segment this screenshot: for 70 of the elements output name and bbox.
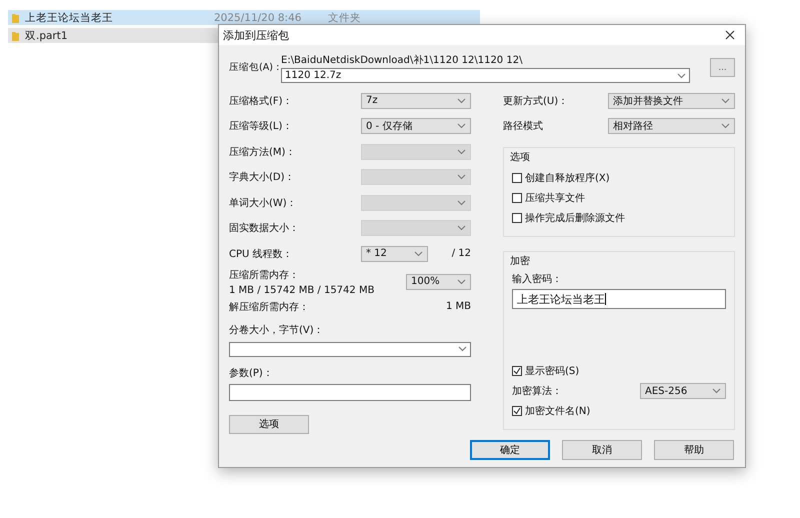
field-label: 压缩所需内存： — [229, 268, 300, 282]
options-button[interactable]: 选项 — [229, 414, 309, 434]
checkbox-label[interactable]: 创建自释放程序(X) — [525, 171, 610, 185]
field-label: CPU 线程数： — [229, 248, 293, 261]
password-field[interactable]: 上老王论坛当老王 — [512, 289, 726, 309]
archive-name-field[interactable]: 1120 12.7z — [281, 68, 690, 83]
check-icon — [513, 407, 521, 415]
caret-icon — [457, 174, 466, 180]
dropdown[interactable]: 添加并替换文件 — [608, 92, 735, 109]
file-type: 文件夹 — [328, 10, 361, 24]
caret-icon — [712, 388, 721, 394]
checkbox[interactable] — [512, 406, 522, 416]
checkbox-label[interactable]: 操作完成后删除源文件 — [525, 211, 625, 225]
volume-size-field[interactable] — [229, 342, 471, 356]
dropdown[interactable]: * 12 — [361, 246, 428, 262]
field-label: 解压缩所需内存： — [229, 300, 309, 314]
field-label: 加密算法： — [512, 384, 562, 398]
caret-icon — [457, 225, 466, 232]
checkbox-label[interactable]: 显示密码(S) — [525, 364, 580, 378]
caret-icon — [457, 98, 466, 104]
dialog-button[interactable]: 帮助 — [654, 440, 734, 460]
field-label: 参数(P)： — [229, 368, 273, 378]
checkbox-label[interactable]: 压缩共享文件 — [525, 191, 585, 205]
file-date: 2025/11/20 8:46 — [214, 12, 302, 24]
dropdown[interactable]: 0 - 仅存储 — [361, 118, 471, 134]
checkbox[interactable] — [512, 193, 522, 203]
thread-total: / 12 — [452, 248, 471, 260]
parameters-field[interactable] — [229, 384, 471, 400]
field-label: 分卷大小，字节(V)： — [229, 324, 324, 336]
dropdown[interactable]: AES-256 — [640, 383, 726, 399]
checkbox-label[interactable]: 加密文件名(N) — [525, 404, 590, 418]
dialog-button[interactable]: 取消 — [562, 440, 642, 460]
memory-value: 1 MB — [446, 301, 471, 312]
caret-icon — [457, 278, 466, 284]
checkbox[interactable] — [512, 173, 522, 183]
caret-icon — [677, 72, 686, 78]
group-title: 选项 — [510, 150, 531, 164]
dropdown[interactable]: 相对路径 — [608, 118, 735, 134]
file-row[interactable]: 双.part1 — [8, 28, 218, 43]
field-label: 压缩格式(F)： — [229, 94, 293, 108]
dropdown[interactable]: 100% — [406, 274, 471, 290]
field-label: 压缩等级(L)： — [229, 120, 292, 134]
caret-icon — [457, 200, 466, 206]
browse-button[interactable]: ... — [710, 58, 735, 77]
caret-icon — [458, 346, 467, 352]
memory-usage: 1 MB / 15742 MB / 15742 MB — [229, 284, 374, 296]
close-icon[interactable] — [725, 30, 735, 40]
field-label: 字典大小(D)： — [229, 170, 295, 184]
group-title: 加密 — [510, 254, 531, 268]
dialog-title: 添加到压缩包 — [223, 28, 289, 42]
field-label: 更新方式(U)： — [503, 94, 568, 108]
field-label: 单词大小(W)： — [229, 196, 297, 210]
caret-icon — [721, 98, 730, 104]
caret-icon — [457, 148, 466, 155]
field-label: 输入密码： — [512, 274, 562, 285]
archive-path: E:\BaiduNetdiskDownload\补1\1120 12\1120 12\ — [281, 54, 524, 67]
checkbox[interactable] — [512, 366, 522, 376]
dialog-button[interactable]: 确定 — [470, 440, 550, 460]
checkbox[interactable] — [512, 213, 522, 223]
file-name: 双.part1 — [25, 28, 68, 42]
field-label: 压缩方法(M)： — [229, 146, 296, 159]
caret-icon — [721, 123, 730, 130]
file-name: 上老王论坛当老王 — [25, 10, 113, 24]
caret-icon — [414, 250, 423, 257]
check-icon — [513, 367, 521, 375]
field-label: 固实数据大小： — [229, 222, 299, 236]
caret-icon — [457, 123, 466, 130]
field-label: 路径模式 — [503, 120, 543, 134]
file-row[interactable]: 上老王论坛当老王 2025/11/20 8:46 文件夹 — [8, 10, 480, 25]
dropdown[interactable]: 7z — [361, 92, 471, 109]
